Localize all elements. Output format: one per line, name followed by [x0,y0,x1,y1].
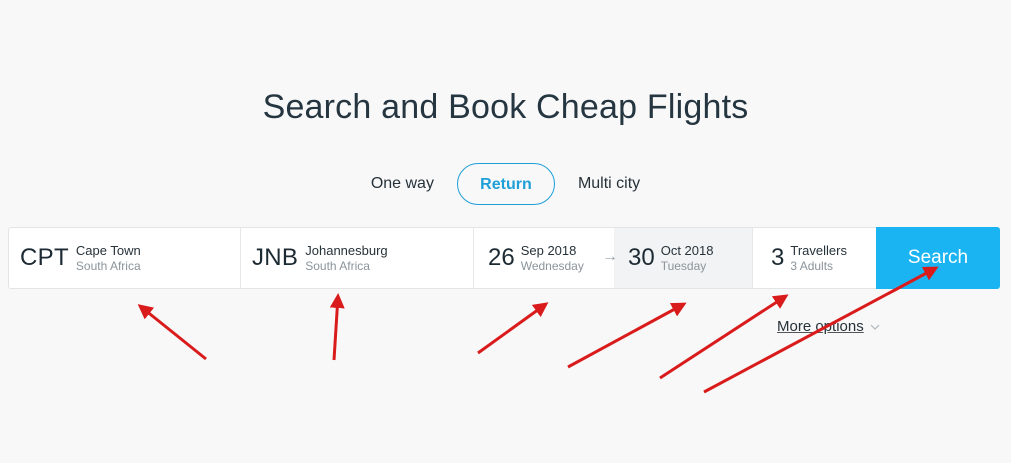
destination-code: JNB [252,244,299,271]
tab-one-way[interactable]: One way [349,163,456,205]
origin-field[interactable]: CPT Cape Town South Africa [9,228,241,288]
page-title: Search and Book Cheap Flights [262,88,749,126]
depart-day: 26 [488,244,515,271]
travellers-label: Travellers [790,242,847,258]
destination-city: Johannesburg [305,242,388,258]
annotation-arrow [659,294,789,380]
search-button[interactable]: Search [876,227,1000,289]
depart-month-year: Sep 2018 [520,242,577,258]
travellers-detail: 3 Adults [790,258,834,273]
return-day: 30 [628,244,655,271]
depart-date-field[interactable]: 26 Sep 2018 Wednesday [474,228,614,288]
annotation-arrow [567,302,687,369]
tab-return[interactable]: Return [456,163,555,205]
tab-multi-city[interactable]: Multi city [556,163,662,205]
destination-country: South Africa [305,258,370,273]
depart-weekday: Wednesday [520,258,584,273]
return-weekday: Tuesday [660,258,707,273]
more-options-link[interactable]: More options [777,318,880,335]
travellers-count: 3 [771,244,785,271]
annotation-arrow [329,293,345,361]
annotation-arrow [477,302,549,355]
chevron-down-icon [870,324,880,330]
arrow-right-icon: → [602,248,618,265]
travellers-field[interactable]: 3 Travellers 3 Adults [753,228,876,288]
annotation-arrow [137,304,207,361]
origin-city: Cape Town [75,242,141,258]
return-month-year: Oct 2018 [660,242,714,258]
destination-field[interactable]: JNB Johannesburg South Africa [241,228,474,288]
trip-type-tabs: One way Return Multi city [0,163,1011,205]
more-options-label: More options [777,318,864,335]
origin-code: CPT [20,244,69,271]
flight-search-bar: CPT Cape Town South Africa JNB Johannesb… [8,227,1000,289]
return-date-field[interactable]: → 30 Oct 2018 Tuesday [602,228,753,288]
origin-country: South Africa [75,258,141,273]
